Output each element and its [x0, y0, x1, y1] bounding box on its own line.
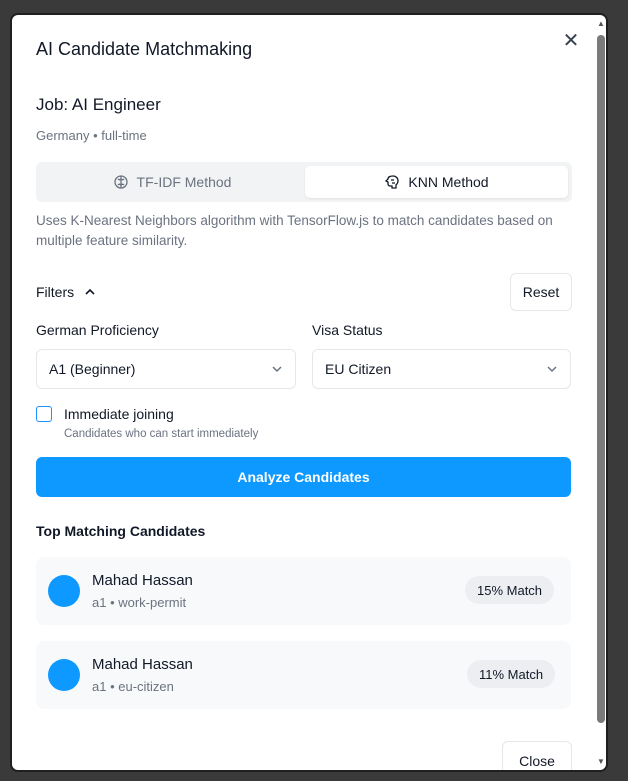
- scroll-down-icon[interactable]: ▼: [596, 757, 606, 766]
- results-title: Top Matching Candidates: [36, 523, 206, 539]
- candidate-card[interactable]: Mahad Hassan a1 • work-permit 15% Match: [36, 557, 571, 625]
- analyze-candidates-button[interactable]: Analyze Candidates: [36, 457, 571, 497]
- filters-toggle[interactable]: Filters: [36, 284, 96, 300]
- filters-label: Filters: [36, 284, 75, 300]
- close-icon[interactable]: ✕: [562, 31, 580, 51]
- match-badge: 15% Match: [465, 576, 555, 604]
- tab-knn-method[interactable]: KNN Method: [305, 166, 568, 198]
- scrollbar[interactable]: ▲ ▼: [596, 19, 606, 769]
- close-button[interactable]: Close: [502, 741, 572, 770]
- method-toggle: TF-IDF Method KNN Method: [36, 162, 572, 202]
- avatar: [48, 575, 80, 607]
- candidate-name: Mahad Hassan: [92, 572, 193, 589]
- scroll-up-icon[interactable]: ▲: [596, 19, 606, 28]
- chevron-down-icon: [547, 366, 557, 373]
- candidate-meta: a1 • work-permit: [92, 595, 187, 610]
- candidate-meta: a1 • eu-citizen: [92, 679, 174, 694]
- job-meta: Germany • full-time: [36, 128, 147, 143]
- matchmaking-dialog: AI Candidate Matchmaking ✕ ▲ ▼ Job: AI E…: [10, 13, 608, 772]
- avatar: [48, 659, 80, 691]
- knn-icon: [385, 175, 400, 189]
- visa-status-value: EU Citizen: [325, 361, 392, 377]
- immediate-joining-sublabel: Candidates who can start immediately: [64, 428, 259, 440]
- chevron-up-icon: [85, 288, 95, 295]
- match-badge: 11% Match: [467, 660, 556, 688]
- german-proficiency-value: A1 (Beginner): [49, 361, 136, 377]
- chevron-down-icon: [272, 366, 282, 373]
- visa-status-select[interactable]: EU Citizen: [312, 349, 571, 389]
- candidate-card[interactable]: Mahad Hassan a1 • eu-citizen 11% Match: [36, 641, 571, 709]
- immediate-joining-checkbox[interactable]: [36, 406, 52, 422]
- tab-tfidf-label: TF-IDF Method: [136, 174, 232, 190]
- scrollbar-thumb[interactable]: [597, 35, 605, 723]
- german-proficiency-label: German Proficiency: [36, 322, 159, 338]
- immediate-joining-label: Immediate joining: [64, 406, 174, 422]
- reset-button[interactable]: Reset: [510, 273, 572, 311]
- dialog-title: AI Candidate Matchmaking: [36, 39, 253, 59]
- tab-tfidf-method[interactable]: TF-IDF Method: [40, 166, 304, 198]
- candidate-name: Mahad Hassan: [92, 656, 193, 673]
- tab-knn-label: KNN Method: [408, 174, 489, 190]
- german-proficiency-select[interactable]: A1 (Beginner): [36, 349, 296, 389]
- method-description: Uses K-Nearest Neighbors algorithm with …: [36, 213, 553, 248]
- brain-icon: [113, 175, 128, 189]
- job-title: Job: AI Engineer: [36, 95, 161, 114]
- visa-status-label: Visa Status: [312, 322, 383, 338]
